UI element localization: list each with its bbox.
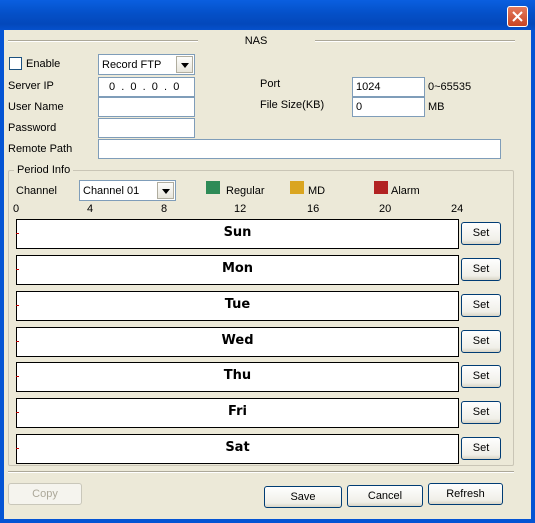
chevron-down-icon[interactable]	[157, 182, 174, 199]
close-button[interactable]	[507, 6, 528, 27]
legend-alarm-swatch	[374, 181, 388, 194]
legend-regular-label: Regular	[226, 185, 265, 197]
day-schedule-bar[interactable]: Sat	[16, 434, 459, 464]
file-size-label: File Size(KB)	[260, 99, 325, 111]
day-label: Thu	[223, 368, 252, 383]
day-schedule-bar[interactable]: Sun	[16, 219, 459, 249]
window-frame-bottom	[0, 519, 535, 523]
hour-tick: 16	[307, 203, 320, 215]
server-ip-label: Server IP	[8, 80, 54, 92]
header-divider-left	[8, 40, 198, 42]
set-button-sat[interactable]: Set	[461, 437, 501, 460]
day-schedule-bar[interactable]: Wed	[16, 327, 459, 357]
legend-md-label: MD	[308, 185, 326, 197]
user-name-input[interactable]	[98, 97, 195, 117]
user-name-label: User Name	[8, 101, 64, 113]
header-divider-right	[315, 40, 515, 42]
hour-tick: 8	[161, 203, 168, 215]
channel-label: Channel	[16, 185, 57, 197]
file-size-unit: MB	[428, 101, 445, 113]
refresh-button[interactable]: Refresh	[428, 483, 503, 505]
set-button-wed[interactable]: Set	[461, 330, 501, 353]
copy-button[interactable]: Copy	[8, 483, 82, 505]
remote-path-label: Remote Path	[8, 143, 73, 155]
enable-label: Enable	[26, 58, 61, 70]
set-button-tue[interactable]: Set	[461, 294, 501, 317]
day-label: Fri	[228, 404, 247, 419]
port-range-hint: 0~65535	[428, 81, 472, 93]
chevron-down-icon[interactable]	[176, 56, 193, 73]
channel-select[interactable]: Channel 01	[79, 180, 176, 201]
hour-tick: 24	[451, 203, 464, 215]
file-size-input[interactable]: 0	[352, 97, 425, 117]
day-schedule-bar[interactable]: Fri	[16, 398, 459, 428]
page-title: NAS	[244, 35, 268, 47]
set-button-sun[interactable]: Set	[461, 222, 501, 245]
close-icon	[512, 11, 523, 22]
cancel-button[interactable]: Cancel	[347, 485, 423, 507]
day-label: Mon	[221, 261, 254, 276]
channel-value: Channel 01	[83, 185, 140, 197]
password-input[interactable]	[98, 118, 195, 138]
legend-alarm-label: Alarm	[391, 185, 420, 197]
password-label: Password	[8, 122, 57, 134]
day-schedule-bar[interactable]: Thu	[16, 362, 459, 392]
port-label: Port	[260, 78, 281, 90]
period-info-title: Period Info	[14, 163, 74, 177]
day-label: Tue	[224, 297, 251, 312]
hour-tick: 20	[379, 203, 392, 215]
legend-md-swatch	[290, 181, 304, 194]
upload-type-select[interactable]: Record FTP	[98, 54, 195, 75]
window-frame-left	[0, 30, 4, 523]
save-button[interactable]: Save	[264, 486, 342, 508]
set-button-fri[interactable]: Set	[461, 401, 501, 424]
day-label: Sun	[223, 225, 252, 240]
window-frame-right	[531, 30, 535, 523]
hour-tick: 12	[234, 203, 247, 215]
day-label: Sat	[225, 440, 250, 455]
hour-tick: 4	[87, 203, 94, 215]
title-bar[interactable]	[0, 0, 535, 30]
day-schedule-bar[interactable]: Tue	[16, 291, 459, 321]
day-schedule-bar[interactable]: Mon	[16, 255, 459, 285]
enable-checkbox[interactable]	[9, 57, 22, 70]
port-input[interactable]: 1024	[352, 77, 425, 97]
remote-path-input[interactable]	[98, 139, 501, 159]
server-ip-input[interactable]: 0 . 0 . 0 . 0	[98, 77, 195, 97]
upload-type-value: Record FTP	[102, 59, 162, 71]
legend-regular-swatch	[206, 181, 220, 194]
footer-divider	[8, 471, 514, 473]
set-button-mon[interactable]: Set	[461, 258, 501, 281]
set-button-thu[interactable]: Set	[461, 365, 501, 388]
hour-tick: 0	[13, 203, 20, 215]
day-label: Wed	[221, 333, 254, 348]
